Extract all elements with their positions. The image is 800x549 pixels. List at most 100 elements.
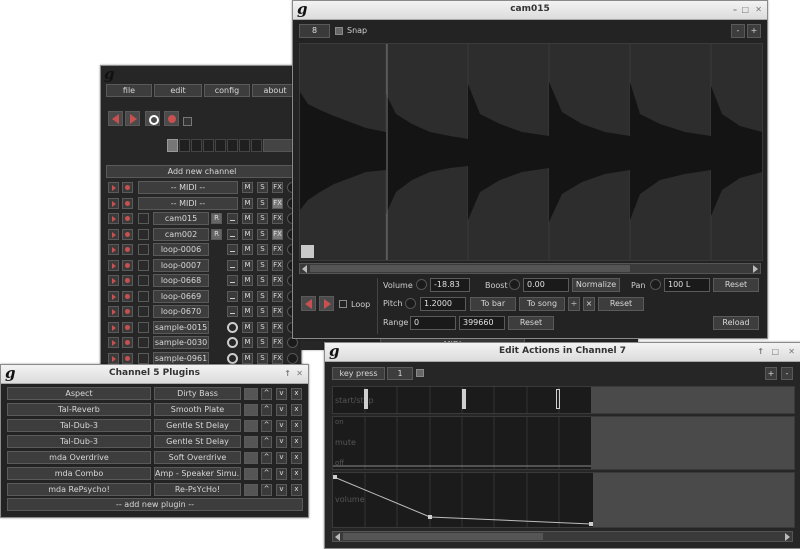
plugin-preset-selector[interactable]: Gentle St Delay <box>154 419 241 432</box>
pan-field[interactable]: 100 L <box>664 278 710 292</box>
channel-mode-button[interactable] <box>227 244 238 255</box>
plugin-remove-button[interactable]: x <box>291 404 302 416</box>
menu-edit[interactable]: edit <box>154 84 202 97</box>
channel-solo-button[interactable]: S <box>257 259 268 271</box>
plugin-move-down-button[interactable]: v <box>276 468 287 480</box>
maximize-icon[interactable]: □ <box>771 347 779 356</box>
minimize-icon[interactable]: – <box>733 5 737 14</box>
channel-name[interactable]: loop-0670 <box>153 305 209 318</box>
channel-name[interactable]: loop-0668 <box>153 274 209 287</box>
plugin-bypass-toggle[interactable] <box>244 452 258 464</box>
channel-mode-button[interactable] <box>227 306 238 317</box>
plugin-preset-selector[interactable]: Gentle St Delay <box>154 435 241 448</box>
plugin-name-button[interactable]: Tal-Reverb <box>7 403 151 416</box>
channel-fx-button[interactable]: FX <box>272 321 283 333</box>
reset-range-button[interactable]: Reset <box>508 316 554 330</box>
action-type-selector[interactable]: key press <box>332 367 385 380</box>
action-marker[interactable] <box>556 389 560 409</box>
plugin-bypass-toggle[interactable] <box>244 436 258 448</box>
channel-mute-button[interactable]: M <box>242 182 253 193</box>
channel-play-button[interactable] <box>108 306 119 317</box>
channel-play-button[interactable] <box>108 197 119 209</box>
channel-fx-button[interactable]: FX <box>272 228 283 240</box>
channel-mute-button[interactable]: M <box>242 228 253 240</box>
grid-selector[interactable]: 1 <box>387 367 413 380</box>
plugin-move-up-button[interactable]: ^ <box>261 468 272 480</box>
loop-checkbox[interactable] <box>339 300 347 308</box>
preview-rewind-button[interactable] <box>301 296 316 311</box>
pin-icon[interactable]: ↑ <box>284 369 291 378</box>
channel-play-button[interactable] <box>108 275 119 286</box>
plugin-preset-selector[interactable]: Soft Overdrive <box>154 451 241 464</box>
action-marker[interactable] <box>462 389 466 409</box>
scroll-right-icon[interactable] <box>753 265 758 273</box>
range-end-field[interactable]: 399660 <box>459 316 505 330</box>
channel-fx-button[interactable]: FX <box>272 182 283 193</box>
add-channel-button[interactable]: Add new channel <box>106 165 298 178</box>
plugin-bypass-toggle[interactable] <box>244 420 258 432</box>
plugin-move-up-button[interactable]: ^ <box>261 404 272 416</box>
plugin-move-down-button[interactable]: v <box>276 452 287 464</box>
channel-play-button[interactable] <box>108 321 119 333</box>
channel-solo-button[interactable]: S <box>257 228 268 240</box>
rewind-button[interactable] <box>108 111 123 126</box>
plugin-move-down-button[interactable]: v <box>276 404 287 416</box>
channel-solo-button[interactable]: S <box>257 275 268 286</box>
volume-field[interactable]: -18.83 <box>430 278 470 292</box>
channel-mute-button[interactable]: M <box>242 275 253 286</box>
plugin-name-button[interactable]: mda RePsycho! <box>7 483 151 496</box>
channel-mute-button[interactable]: M <box>242 197 253 209</box>
pan-knob[interactable] <box>650 279 661 290</box>
channel-arm-button[interactable] <box>122 306 133 317</box>
waveform-scrollbar[interactable] <box>299 263 761 274</box>
channel-fx-button[interactable]: FX <box>272 306 283 317</box>
channel-fx-button[interactable]: FX <box>272 259 283 271</box>
channel-solo-button[interactable]: S <box>257 352 268 364</box>
channel-play-button[interactable] <box>108 352 119 364</box>
menu-file[interactable]: file <box>106 84 152 97</box>
plugin-remove-button[interactable]: x <box>291 388 302 400</box>
plugin-move-down-button[interactable]: v <box>276 420 287 432</box>
boost-field[interactable]: 0.00 <box>523 278 569 292</box>
plugin-name-button[interactable]: Tal-Dub-3 <box>7 435 151 448</box>
pitch-half-button[interactable]: ÷ <box>568 297 580 311</box>
plugin-remove-button[interactable]: x <box>291 436 302 448</box>
channel-arm-button[interactable] <box>122 182 133 193</box>
channel-arm-button[interactable] <box>122 337 133 348</box>
channel-fx-button[interactable]: FX <box>272 337 283 348</box>
channel-name[interactable]: loop-0669 <box>153 289 209 303</box>
channel-name[interactable]: -- MIDI -- <box>138 196 238 210</box>
channel-solo-button[interactable]: S <box>257 337 268 348</box>
channel-solo-button[interactable]: S <box>257 213 268 224</box>
plugin-bypass-toggle[interactable] <box>244 404 258 416</box>
plugin-move-up-button[interactable]: ^ <box>261 436 272 448</box>
zoom-in-button[interactable]: + <box>765 367 777 380</box>
zoom-in-button[interactable]: + <box>747 24 761 38</box>
channel-mute-button[interactable]: M <box>242 290 253 302</box>
plugin-move-down-button[interactable]: v <box>276 484 287 496</box>
plugin-preset-selector[interactable]: Re-PsYcHo! <box>154 483 241 496</box>
channel-mode-button[interactable] <box>227 290 238 302</box>
channel-arm-button[interactable] <box>122 197 133 209</box>
scroll-thumb[interactable] <box>310 265 630 272</box>
lane-volume[interactable]: volume <box>332 472 795 528</box>
channel-arm-button[interactable] <box>122 275 133 286</box>
channel-name[interactable]: loop-0007 <box>153 258 209 272</box>
channel-name[interactable]: sample-0015 <box>153 320 209 334</box>
channel-name[interactable]: -- MIDI -- <box>138 181 238 194</box>
maximize-icon[interactable]: □ <box>741 5 749 14</box>
channel-fx-button[interactable]: FX <box>272 275 283 286</box>
channel-play-button[interactable] <box>108 259 119 271</box>
plugin-preset-selector[interactable]: Dirty Bass <box>154 387 241 400</box>
channel-fx-button[interactable]: FX <box>272 197 283 209</box>
channel-fx-button[interactable]: FX <box>272 352 283 364</box>
record-input-button[interactable] <box>164 111 179 126</box>
reset-pitch-button[interactable]: Reset <box>598 297 644 311</box>
channel-name[interactable]: loop-0006 <box>153 243 209 256</box>
channel-fx-button[interactable]: FX <box>272 213 283 224</box>
zoom-out-button[interactable]: - <box>731 24 745 38</box>
channel-mute-button[interactable]: M <box>242 337 253 348</box>
channel-arm-button[interactable] <box>122 290 133 302</box>
grid-toggle[interactable] <box>416 369 424 377</box>
channel-solo-button[interactable]: S <box>257 182 268 193</box>
